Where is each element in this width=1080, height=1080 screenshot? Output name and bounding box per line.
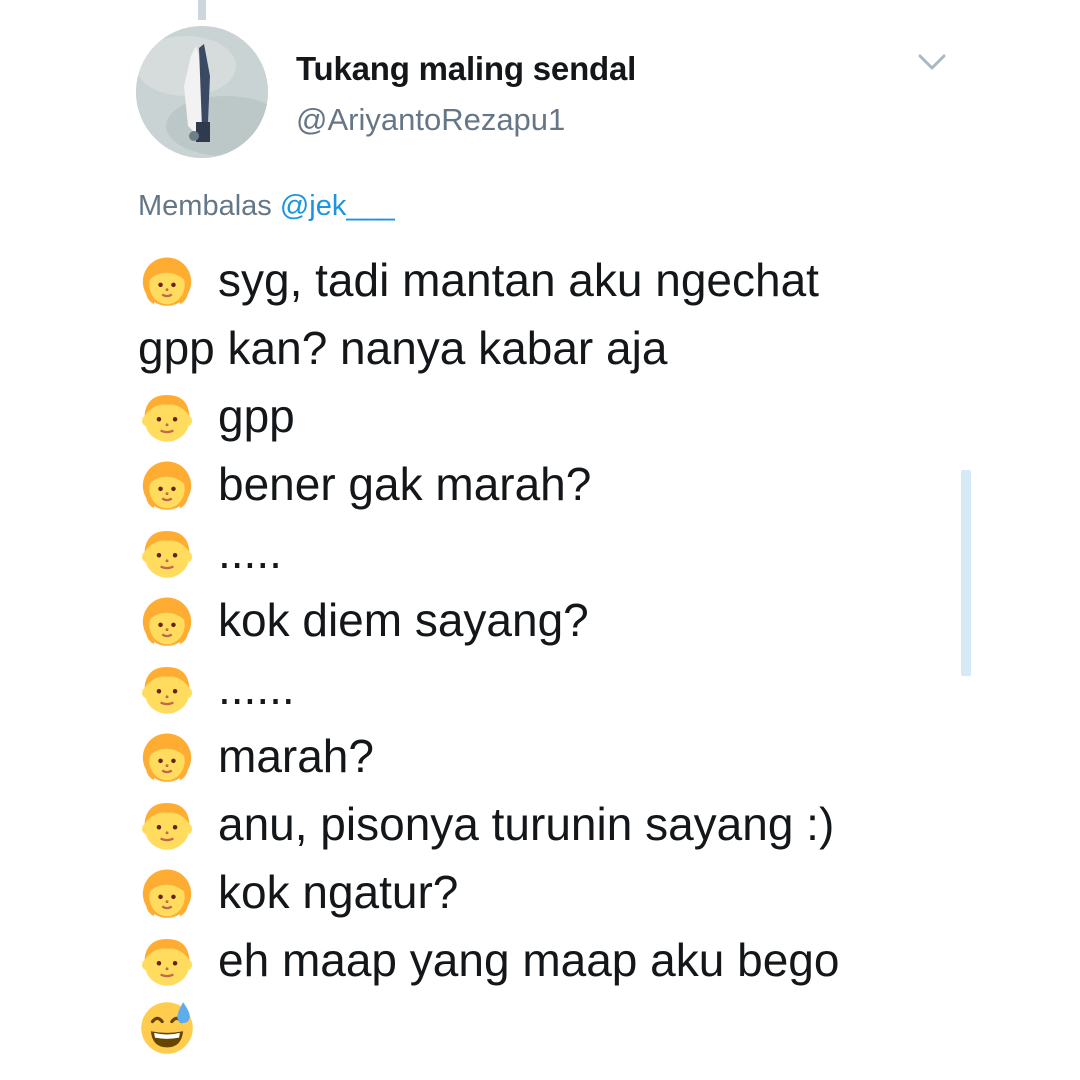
tweet-line: gpp [138, 382, 958, 450]
tweet-line: ..... [138, 518, 958, 586]
man-emoji [138, 659, 196, 717]
tweet-line: syg, tadi mantan aku ngechat [138, 246, 958, 314]
woman-emoji [138, 727, 196, 785]
tweet-line: anu, pisonya turunin sayang :) [138, 790, 958, 858]
reply-prefix: Membalas [138, 190, 272, 222]
tweet-line-text: gpp [218, 390, 295, 442]
tweet-line-text: marah? [218, 730, 374, 782]
tweet-line-text: eh maap yang maap aku bego [218, 934, 840, 986]
tweet-line-text: kok ngatur? [218, 866, 459, 918]
user-handle[interactable]: @AriyantoRezapu1 [296, 102, 565, 138]
man-emoji [138, 931, 196, 989]
tweet-line: bener gak marah? [138, 450, 958, 518]
thread-connector-line [198, 0, 206, 20]
tweet-line-text: gpp kan? nanya kabar aja [138, 322, 668, 374]
avatar-image [136, 26, 268, 158]
tweet-line: marah? [138, 722, 958, 790]
tweet-line-text: kok diem sayang? [218, 594, 589, 646]
man-emoji [138, 387, 196, 445]
avatar[interactable] [136, 26, 268, 158]
man-emoji [138, 523, 196, 581]
tweet-line: kok diem sayang? [138, 586, 958, 654]
tweet-line: ...... [138, 654, 958, 722]
display-name[interactable]: Tukang maling sendal [296, 50, 636, 88]
tweet-line: gpp kan? nanya kabar aja [138, 314, 958, 382]
tweet-line: eh maap yang maap aku bego [138, 926, 958, 994]
man-emoji [138, 795, 196, 853]
tweet-line-text: anu, pisonya turunin sayang :) [218, 798, 835, 850]
woman-emoji [138, 863, 196, 921]
chevron-down-icon[interactable] [912, 48, 952, 76]
woman-emoji [138, 591, 196, 649]
woman-emoji [138, 251, 196, 309]
tweet-line-text: syg, tadi mantan aku ngechat [218, 254, 819, 306]
reply-mention-link[interactable]: @jek___ [280, 190, 395, 222]
scrollbar-thumb[interactable] [961, 470, 971, 676]
tweet-line-text: bener gak marah? [218, 458, 592, 510]
tweet-line: kok ngatur? [138, 858, 958, 926]
tweet-line-text: ..... [218, 526, 282, 578]
tweet-line-text: ...... [218, 662, 295, 714]
tweet-line [138, 994, 958, 1062]
reply-context: Membalas @jek___ [138, 190, 395, 223]
woman-emoji [138, 455, 196, 513]
grinning-sweat-emoji [138, 999, 196, 1057]
tweet-text: syg, tadi mantan aku ngechat gpp kan? na… [138, 246, 958, 1062]
